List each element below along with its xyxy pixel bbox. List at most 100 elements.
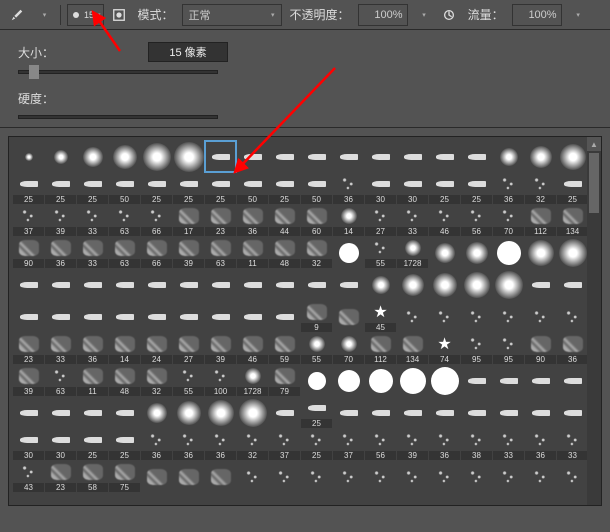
- brush-preset-item[interactable]: [141, 269, 172, 300]
- brush-preset-item[interactable]: [333, 141, 364, 172]
- brush-preset-item[interactable]: 32: [237, 429, 268, 460]
- brush-preset-item[interactable]: [205, 461, 236, 492]
- brush-preset-item[interactable]: [365, 397, 396, 428]
- brush-preset-item[interactable]: 14: [333, 205, 364, 236]
- brush-preset-item[interactable]: 58: [77, 461, 108, 492]
- brush-preset-item[interactable]: 90: [525, 333, 556, 364]
- brush-preset-item[interactable]: [205, 269, 236, 300]
- brush-preset-item[interactable]: [205, 301, 236, 332]
- brush-preset-item[interactable]: [173, 461, 204, 492]
- brush-preset-item[interactable]: 66: [141, 205, 172, 236]
- brush-preset-item[interactable]: [173, 397, 204, 428]
- brush-preset-item[interactable]: 60: [301, 205, 332, 236]
- brush-preset-item[interactable]: [557, 141, 588, 172]
- brush-preset-item[interactable]: [77, 301, 108, 332]
- brush-preset-item[interactable]: 66: [141, 237, 172, 268]
- brush-preset-item[interactable]: [493, 301, 524, 332]
- brush-preset-item[interactable]: [493, 461, 524, 492]
- brush-preset-item[interactable]: 56: [461, 205, 492, 236]
- brush-preset-item[interactable]: [173, 141, 204, 172]
- flow-dropdown-button[interactable]: ▾: [566, 4, 588, 26]
- brush-preset-item[interactable]: 36: [493, 173, 524, 204]
- brush-preset-item[interactable]: 36: [141, 429, 172, 460]
- brush-preset-item[interactable]: 33: [77, 237, 108, 268]
- brush-preset-item[interactable]: [237, 269, 268, 300]
- brush-preset-item[interactable]: 134: [397, 333, 428, 364]
- brush-preset-item[interactable]: [109, 301, 140, 332]
- blend-mode-select[interactable]: 正常 ▾: [182, 4, 282, 26]
- brush-preset-item[interactable]: [493, 141, 524, 172]
- brush-preset-item[interactable]: 48: [269, 237, 300, 268]
- brush-preset-item[interactable]: 30: [45, 429, 76, 460]
- brush-preset-item[interactable]: 25: [109, 429, 140, 460]
- brush-preset-item[interactable]: 36: [45, 237, 76, 268]
- brush-preset-item[interactable]: [525, 397, 556, 428]
- brush-preset-item[interactable]: 75: [109, 461, 140, 492]
- brush-preset-item[interactable]: [269, 301, 300, 332]
- brush-preset-item[interactable]: 37: [333, 429, 364, 460]
- brush-preset-item[interactable]: 55: [173, 365, 204, 396]
- brush-preset-item[interactable]: [525, 269, 556, 300]
- brush-preset-item[interactable]: 48: [109, 365, 140, 396]
- brush-preset-item[interactable]: [109, 141, 140, 172]
- brush-panel-toggle-button[interactable]: [108, 4, 130, 26]
- brush-preset-item[interactable]: 90: [13, 237, 44, 268]
- brush-preset-item[interactable]: [13, 397, 44, 428]
- brush-preset-item[interactable]: 25: [141, 173, 172, 204]
- brush-preset-item[interactable]: [397, 365, 428, 396]
- brush-preset-item[interactable]: 44: [269, 205, 300, 236]
- brush-preset-item[interactable]: 25: [77, 429, 108, 460]
- brush-preset-item[interactable]: 32: [525, 173, 556, 204]
- brush-preset-item[interactable]: 50: [109, 173, 140, 204]
- brush-preset-item[interactable]: [461, 365, 492, 396]
- brush-preset-item[interactable]: [301, 269, 332, 300]
- brush-preset-item[interactable]: [141, 141, 172, 172]
- brush-preset-item[interactable]: [13, 269, 44, 300]
- brush-preset-item[interactable]: [333, 269, 364, 300]
- brush-preset-item[interactable]: [13, 301, 44, 332]
- brush-preset-item[interactable]: 36: [173, 429, 204, 460]
- brush-preset-item[interactable]: [397, 397, 428, 428]
- scrollbar[interactable]: ▲: [587, 137, 601, 505]
- brush-preset-item[interactable]: 63: [45, 365, 76, 396]
- brush-preset-item[interactable]: [333, 237, 364, 268]
- brush-preset-item[interactable]: [429, 397, 460, 428]
- brush-preset-item[interactable]: 39: [397, 429, 428, 460]
- brush-preset-item[interactable]: 33: [493, 429, 524, 460]
- brush-preset-item[interactable]: 25: [13, 173, 44, 204]
- brush-preset-item[interactable]: 33: [397, 205, 428, 236]
- brush-preset-item[interactable]: 39: [45, 205, 76, 236]
- brush-preset-item[interactable]: [333, 301, 364, 332]
- brush-preset-item[interactable]: [365, 365, 396, 396]
- brush-preset-item[interactable]: 55: [365, 237, 396, 268]
- brush-preset-item[interactable]: 43: [13, 461, 44, 492]
- brush-preset-item[interactable]: ★74: [429, 333, 460, 364]
- brush-preset-item[interactable]: 55: [301, 333, 332, 364]
- brush-preset-item[interactable]: [77, 141, 108, 172]
- brush-preset-item[interactable]: 23: [13, 333, 44, 364]
- brush-preset-item[interactable]: [269, 397, 300, 428]
- hardness-slider[interactable]: [18, 115, 218, 119]
- brush-preset-item[interactable]: 63: [109, 237, 140, 268]
- brush-preset-item[interactable]: [461, 141, 492, 172]
- size-input[interactable]: 15 像素: [148, 42, 228, 62]
- brush-preset-item[interactable]: 30: [365, 173, 396, 204]
- brush-preset-item[interactable]: 23: [205, 205, 236, 236]
- brush-preset-item[interactable]: [109, 269, 140, 300]
- brush-preset-item[interactable]: [45, 301, 76, 332]
- brush-preset-item[interactable]: 36: [333, 173, 364, 204]
- brush-preset-item[interactable]: [525, 461, 556, 492]
- brush-preset-item[interactable]: 27: [365, 205, 396, 236]
- scroll-up-arrow[interactable]: ▲: [587, 137, 601, 151]
- brush-preset-item[interactable]: 38: [461, 429, 492, 460]
- brush-preset-item[interactable]: [237, 301, 268, 332]
- brush-preset-item[interactable]: 70: [493, 205, 524, 236]
- brush-preset-item[interactable]: [109, 397, 140, 428]
- size-slider-thumb[interactable]: [29, 65, 39, 79]
- brush-preset-item[interactable]: 25: [557, 173, 588, 204]
- brush-preset-item[interactable]: 79: [269, 365, 300, 396]
- size-slider[interactable]: [18, 70, 218, 74]
- brush-preset-item[interactable]: 112: [365, 333, 396, 364]
- brush-preset-item[interactable]: [237, 461, 268, 492]
- brush-preset-item[interactable]: [45, 397, 76, 428]
